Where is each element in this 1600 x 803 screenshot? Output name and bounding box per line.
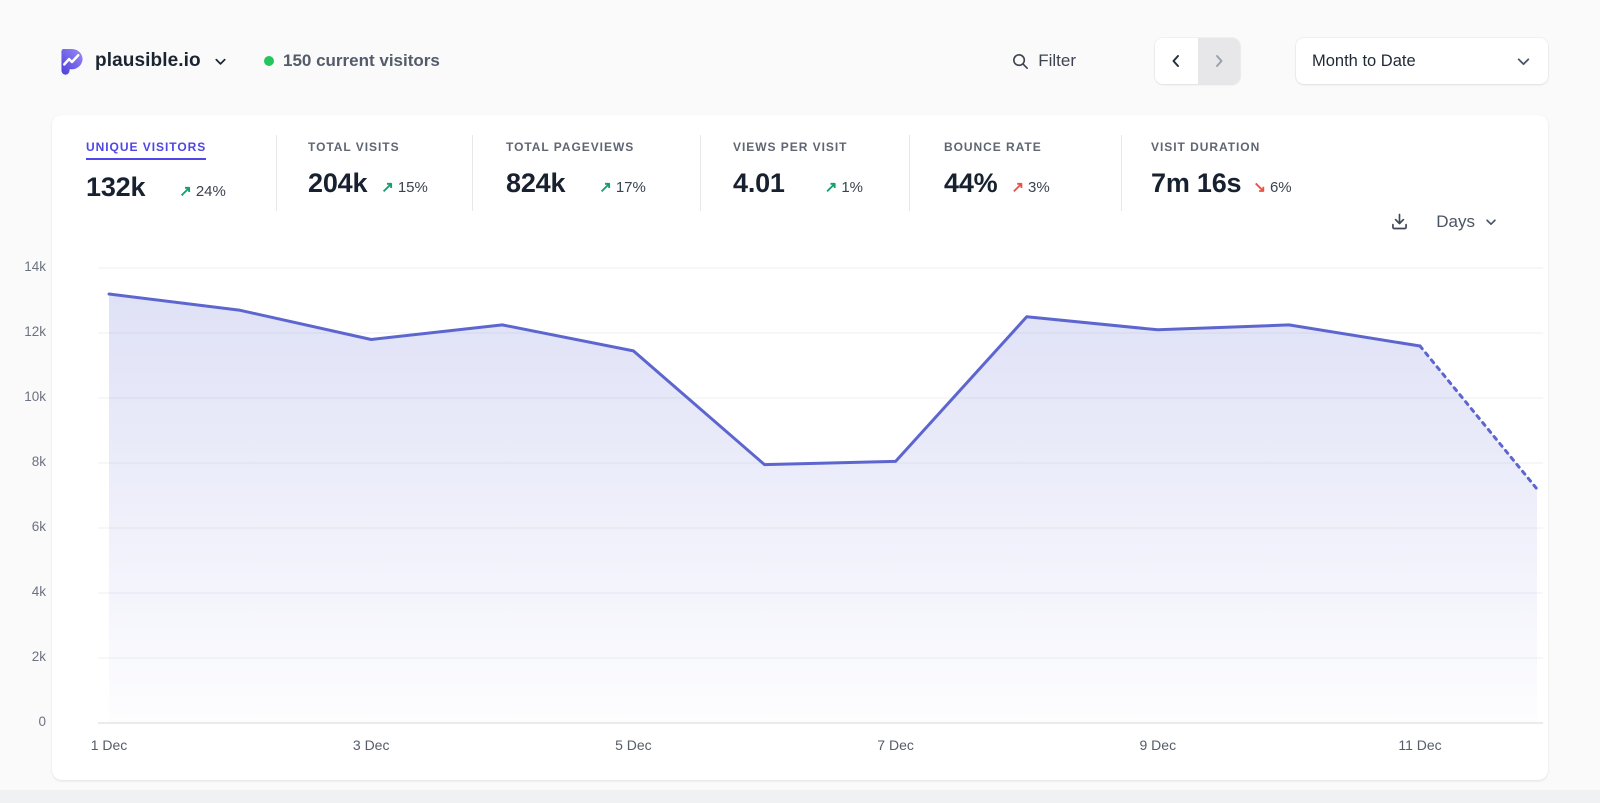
x-axis-labels: 1 Dec3 Dec5 Dec7 Dec9 Dec11 Dec (98, 723, 1543, 753)
dashboard-card: UNIQUE VISITORS 132k ↗24% TOTAL VISITS 2… (52, 115, 1548, 780)
date-nav (1155, 38, 1240, 84)
trend-arrow-icon: ↗ (599, 178, 612, 196)
y-tick-label: 6k (6, 519, 46, 534)
y-tick-label: 4k (6, 584, 46, 599)
x-tick-label: 11 Dec (1380, 737, 1460, 753)
chevron-left-icon (1168, 53, 1184, 69)
y-tick-label: 10k (6, 389, 46, 404)
metric-label: UNIQUE VISITORS (86, 140, 206, 160)
trend-arrow-icon: ↗ (381, 178, 394, 196)
bottom-strip (0, 790, 1600, 803)
export-button[interactable] (1389, 211, 1410, 232)
top-header: plausible.io 150 current visitors Filter… (52, 38, 1548, 84)
chevron-down-icon (1515, 53, 1532, 70)
metric-value: 4.01 (733, 168, 785, 199)
filter-button[interactable]: Filter (1011, 38, 1076, 84)
metric-label: VIEWS PER VISIT (733, 140, 847, 154)
plausible-logo-icon (58, 48, 85, 75)
chevron-down-icon (1484, 215, 1498, 229)
metrics-row: UNIQUE VISITORS 132k ↗24% TOTAL VISITS 2… (52, 135, 1548, 203)
date-range-select[interactable]: Month to Date (1296, 38, 1548, 84)
interval-value: Days (1436, 212, 1475, 232)
current-visitors[interactable]: 150 current visitors (264, 38, 440, 84)
y-tick-label: 8k (6, 454, 46, 469)
filter-label: Filter (1038, 51, 1076, 71)
interval-select[interactable]: Days (1436, 212, 1498, 232)
metric-change: 17% (616, 179, 646, 196)
trend-arrow-icon: ↗ (179, 182, 192, 200)
metric-unique-visitors[interactable]: UNIQUE VISITORS 132k ↗24% (52, 135, 276, 203)
metric-value: 204k (308, 168, 367, 199)
chevron-right-icon (1211, 53, 1227, 69)
site-switcher[interactable]: plausible.io (58, 38, 228, 84)
metric-visit-duration[interactable]: VISIT DURATION 7m 16s ↘6% (1121, 135, 1292, 203)
metric-total-pageviews[interactable]: TOTAL PAGEVIEWS 824k ↗17% (472, 135, 700, 203)
site-name: plausible.io (95, 50, 201, 72)
date-range-value: Month to Date (1312, 52, 1515, 71)
metric-value: 7m 16s (1151, 168, 1241, 199)
x-tick-label: 1 Dec (69, 737, 149, 753)
metric-label: VISIT DURATION (1151, 140, 1260, 154)
prev-period-button[interactable] (1155, 38, 1198, 84)
live-dot-icon (264, 56, 274, 66)
metric-label: TOTAL VISITS (308, 140, 400, 154)
chevron-down-icon (213, 54, 228, 69)
chart-area-fill (109, 294, 1537, 723)
chart-canvas (98, 255, 1543, 729)
y-tick-label: 2k (6, 649, 46, 664)
x-tick-label: 7 Dec (856, 737, 936, 753)
search-icon (1011, 52, 1030, 71)
metric-label: TOTAL PAGEVIEWS (506, 140, 634, 154)
metric-change: 24% (196, 183, 226, 200)
metric-change: 1% (841, 179, 863, 196)
metric-value: 44% (944, 168, 997, 199)
metric-value: 824k (506, 168, 565, 199)
y-tick-label: 0 (6, 714, 46, 729)
trend-arrow-icon: ↘ (1253, 178, 1266, 196)
y-tick-label: 12k (6, 324, 46, 339)
x-tick-label: 9 Dec (1118, 737, 1198, 753)
metric-value: 132k (86, 172, 145, 203)
metric-change: 15% (398, 179, 428, 196)
next-period-button[interactable] (1198, 38, 1241, 84)
metric-change: 3% (1028, 179, 1050, 196)
chart-controls: Days (1389, 211, 1498, 232)
metric-bounce-rate[interactable]: BOUNCE RATE 44% ↗3% (909, 135, 1121, 203)
metric-label: BOUNCE RATE (944, 140, 1042, 154)
download-icon (1389, 211, 1410, 232)
metric-change: 6% (1270, 179, 1292, 196)
metric-total-visits[interactable]: TOTAL VISITS 204k ↗15% (276, 135, 472, 203)
x-tick-label: 5 Dec (593, 737, 673, 753)
x-tick-label: 3 Dec (331, 737, 411, 753)
current-visitors-label: 150 current visitors (283, 51, 440, 71)
y-tick-label: 14k (6, 259, 46, 274)
trend-arrow-icon: ↗ (825, 178, 838, 196)
visitors-chart[interactable] (98, 255, 1543, 723)
metric-views-per-visit[interactable]: VIEWS PER VISIT 4.01 ↗1% (700, 135, 909, 203)
y-axis-labels: 02k4k6k8k10k12k14k (6, 255, 46, 723)
trend-arrow-icon: ↗ (1011, 178, 1024, 196)
